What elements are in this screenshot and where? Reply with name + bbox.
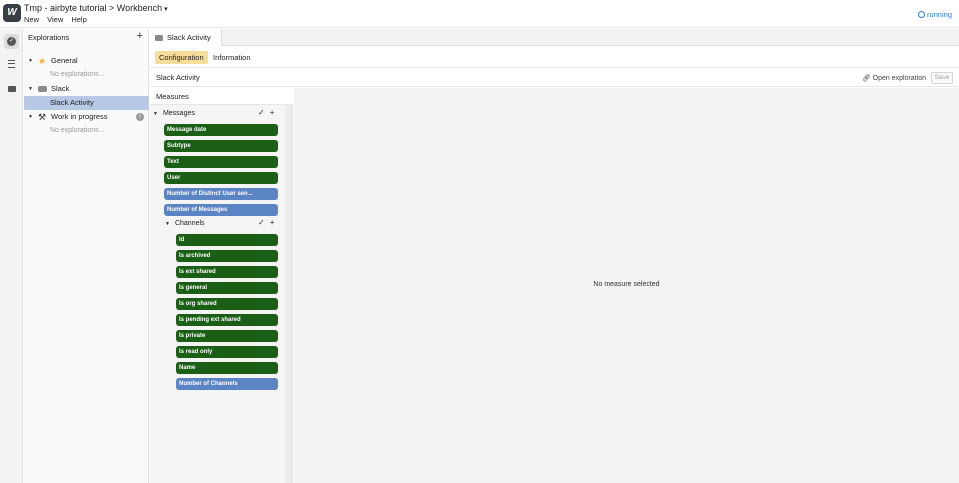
card-icon — [7, 85, 16, 92]
tab-configuration[interactable]: Configuration — [155, 51, 208, 64]
star-icon: ★ — [38, 56, 47, 66]
tab-label: Slack Activity — [167, 33, 211, 42]
explorations-rail-button[interactable]: ✓ — [4, 34, 19, 49]
empty-folder-text: No explorations... — [24, 124, 149, 138]
open-exploration-link[interactable]: 🔗︎ Open exploration — [862, 74, 926, 82]
list-icon — [8, 59, 15, 68]
tab-information[interactable]: Information — [209, 51, 255, 64]
tree-folder-general[interactable]: ▼ ★ General — [24, 54, 149, 68]
explorations-panel: Explorations + ▼ ★ General No exploratio… — [24, 29, 149, 483]
dimension-pill[interactable]: Subtype — [164, 140, 278, 152]
top-bar: W Tmp - airbyte tutorial > Workbench ▾ Ne… — [0, 0, 959, 28]
dimension-pill[interactable]: Is private — [176, 330, 278, 342]
tree-folder-slack[interactable]: ▼ Slack — [24, 82, 149, 96]
tab-slack-activity[interactable]: Slack Activity — [150, 29, 222, 46]
plus-icon[interactable]: + — [270, 108, 275, 117]
check-icon[interactable]: ✓ — [258, 108, 265, 117]
project-title-text: Tmp - airbyte tutorial > Workbench — [24, 3, 163, 13]
exploration-bar: Slack Activity 🔗︎ Open exploration Save — [150, 69, 959, 87]
exploration-label: Slack Activity — [50, 98, 94, 107]
expand-arrow-icon[interactable]: ▼ — [28, 54, 33, 68]
measure-pill[interactable]: Number of Channels — [176, 378, 278, 390]
dimension-pill[interactable]: Name — [176, 362, 278, 374]
slack-icon — [155, 35, 163, 42]
measures-heading: Measures — [150, 88, 293, 105]
dimension-pill[interactable]: Is ext shared — [176, 266, 278, 278]
info-icon[interactable]: i — [136, 113, 144, 121]
dimension-pill[interactable]: Is pending ext shared — [176, 314, 278, 326]
dimension-pill[interactable]: Is org shared — [176, 298, 278, 310]
menu-help[interactable]: Help — [71, 15, 86, 24]
dimension-pill[interactable]: Is archived — [176, 250, 278, 262]
menu-new[interactable]: New — [24, 15, 39, 24]
folder-label: Work in progress — [51, 112, 108, 121]
measures-scrollbar[interactable] — [285, 105, 292, 483]
dimension-pill[interactable]: Is general — [176, 282, 278, 294]
empty-label: No explorations... — [50, 71, 105, 78]
tree-item-slack-activity[interactable]: Slack Activity — [24, 96, 149, 110]
left-rail: ✓ — [0, 29, 23, 483]
expand-arrow-icon[interactable]: ▼ — [28, 82, 33, 96]
expand-arrow-icon[interactable]: ▼ — [28, 110, 33, 124]
app-logo[interactable]: W — [3, 4, 21, 22]
list-rail-button[interactable] — [4, 56, 19, 71]
status-ring-icon — [917, 11, 925, 18]
chart-area: No measure selected — [294, 88, 959, 483]
tree-folder-work-in-progress[interactable]: ▼ ⚒ Work in progress i — [24, 110, 149, 124]
chevron-down-icon: ▾ — [164, 6, 168, 13]
link-icon: 🔗︎ — [861, 75, 871, 82]
tab-strip: Slack Activity — [150, 29, 959, 46]
dimension-pill[interactable]: Text — [164, 156, 278, 168]
connection-status: running — [917, 10, 952, 19]
expand-arrow-icon[interactable]: ▼ — [153, 111, 158, 117]
exploration-title: Slack Activity — [156, 73, 200, 82]
empty-state-message: No measure selected — [593, 281, 660, 288]
group-channels[interactable]: ▼ Channels — [165, 218, 205, 230]
measure-pill[interactable]: Number of Messages — [164, 204, 278, 216]
save-button[interactable]: Save — [931, 72, 953, 84]
dimension-pill[interactable]: Message date — [164, 124, 278, 136]
group-actions: ✓ + — [253, 108, 274, 117]
expand-arrow-icon[interactable]: ▼ — [165, 221, 170, 227]
card-rail-button[interactable] — [4, 81, 19, 96]
group-actions: ✓ + — [253, 218, 274, 227]
tools-icon: ⚒ — [38, 112, 47, 122]
menu-bar: New View Help — [24, 15, 93, 24]
status-text: running — [926, 10, 952, 19]
empty-folder-text: No explorations... — [24, 68, 149, 82]
menu-view[interactable]: View — [47, 15, 63, 24]
measure-pill[interactable]: Number of Distinct User sen... — [164, 188, 278, 200]
sub-tab-bar: Configuration Information — [150, 47, 959, 68]
group-label: Channels — [174, 220, 205, 227]
explorations-icon: ✓ — [7, 37, 16, 46]
slack-icon — [38, 86, 47, 92]
open-exploration-label: Open exploration — [872, 75, 926, 82]
check-icon[interactable]: ✓ — [258, 218, 265, 227]
dimension-pill[interactable]: Is read only — [176, 346, 278, 358]
empty-label: No explorations... — [50, 127, 105, 134]
measures-panel: Measures ▼ Messages ✓ + Message date Subtyp… — [150, 88, 293, 483]
add-exploration-button[interactable]: + — [137, 30, 143, 42]
folder-label: General — [51, 56, 78, 65]
group-messages[interactable]: ▼ Messages — [153, 108, 195, 120]
dimension-pill[interactable]: Id — [176, 234, 278, 246]
plus-icon[interactable]: + — [270, 218, 275, 227]
folder-label: Slack — [51, 84, 70, 93]
project-title[interactable]: Tmp - airbyte tutorial > Workbench ▾ — [24, 3, 168, 13]
group-label: Messages — [162, 110, 195, 117]
explorations-heading: Explorations — [28, 33, 70, 42]
dimension-pill[interactable]: User — [164, 172, 278, 184]
